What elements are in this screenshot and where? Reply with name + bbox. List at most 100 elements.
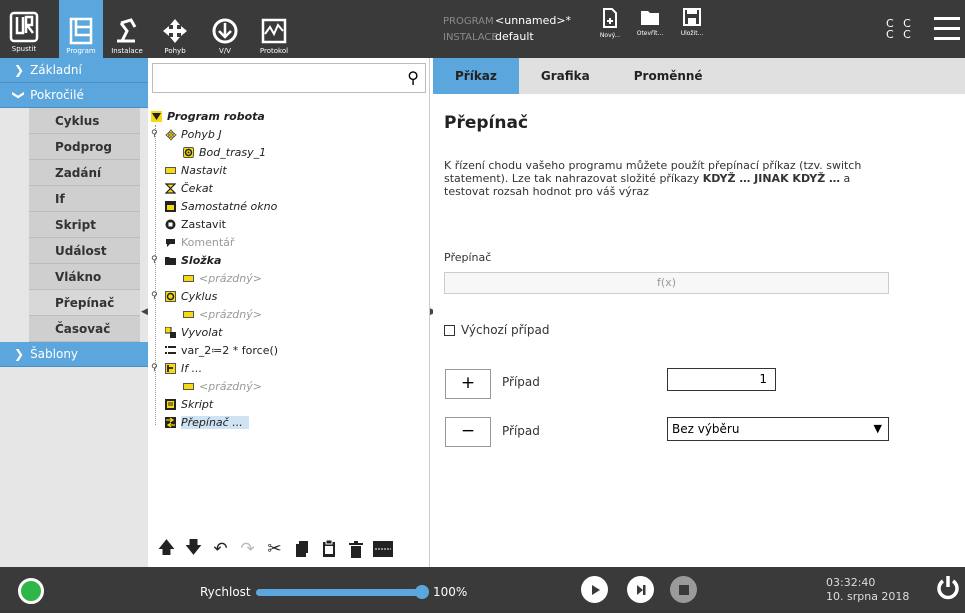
tab-command[interactable]: Příkaz [433,58,519,94]
tab-graphics[interactable]: Grafika [519,58,612,94]
loop-icon [165,290,176,302]
speed-label: Rychlost [200,585,251,599]
sidebar-item-assignment[interactable]: Zadání [29,160,140,186]
switch-expression-field[interactable]: f(x) [444,272,889,294]
expand-pin-icon[interactable]: ⚲ [151,129,158,139]
move-up-button[interactable]: 🡅 [156,538,177,559]
sidebar-item-subprogram[interactable]: Podprog [29,134,140,160]
waypoint-icon [183,146,194,158]
expand-pin-icon[interactable]: ⚲ [151,291,158,301]
tree-node-loop[interactable]: ⚲ Cyklus [151,287,427,305]
new-file-button[interactable]: Nový... [590,8,630,54]
open-file-button[interactable]: Otevřít... [630,8,670,54]
stop-icon [678,584,689,595]
tab-program[interactable]: Program [59,0,103,58]
undo-button[interactable]: ↶ [210,539,231,559]
case-select-dropdown[interactable]: Bez výběru ▼ [667,417,889,441]
installation-key: INSTALACE [443,32,498,43]
bottom-bar: Rychlost 100% 03:32:40 10. srpna 2018 [0,567,965,613]
move-down-button[interactable]: 🡇 [183,538,204,559]
hamburger-menu-icon[interactable] [934,17,960,47]
suppress-button[interactable] [372,539,393,559]
sidebar-item-loop[interactable]: Cyklus [29,108,140,134]
sidebar-item-event[interactable]: Událost [29,238,140,264]
redo-button[interactable]: ↷ [237,539,258,559]
tree-node-waypoint[interactable]: Bod_trasy_1 [151,143,427,161]
speed-slider[interactable] [256,585,429,599]
step-button[interactable] [627,576,654,603]
tree-node-folder[interactable]: ⚲ Složka [151,251,427,269]
tab-move[interactable]: Pohyb [151,0,199,58]
tree-node-empty[interactable]: <prázdný> [151,377,427,395]
ur-logo-icon [9,11,39,43]
default-case-checkbox[interactable]: Výchozí případ [444,323,549,337]
tree-node-script[interactable]: Skript [151,395,427,413]
tab-io[interactable]: V/V [202,0,248,58]
save-file-button[interactable]: Uložit... [672,8,712,54]
tab-installation[interactable]: Instalace [104,0,150,58]
save-icon [683,8,701,26]
tree-node-halt[interactable]: Zastavit [151,215,427,233]
collapse-left-handle[interactable]: ◀ [141,307,148,317]
paste-button[interactable] [318,539,339,559]
play-button[interactable] [581,576,608,603]
search-input[interactable]: ⚲ [152,63,426,93]
tree-node-empty[interactable]: <prázdný> [151,269,427,287]
tab-io-label: V/V [219,47,231,55]
node-category-panel: ❯ Základní ❯ Pokročilé Cyklus Podprog Za… [0,58,148,567]
stop-button[interactable] [670,576,697,603]
program-icon [69,17,93,45]
case-select-value: Bez výběru [672,422,740,436]
tree-node-empty[interactable]: <prázdný> [151,305,427,323]
category-advanced[interactable]: ❯ Pokročilé [0,83,148,108]
tree-node-if[interactable]: ⚲ If ... [151,359,427,377]
tree-node-popup[interactable]: Samostatné okno [151,197,427,215]
power-button[interactable] [936,575,960,607]
tree-node-movej[interactable]: ⚲ Pohyb J [151,125,427,143]
tree-node-assignment[interactable]: var_2≔2 * force() [151,341,427,359]
category-templates-label: Šablony [30,347,79,361]
sidebar-item-switch[interactable]: Přepínač [29,290,140,316]
copy-button[interactable] [291,539,312,559]
robot-status-button[interactable] [18,578,44,604]
category-basic[interactable]: ❯ Základní [0,58,148,83]
tree-node-switch[interactable]: Přepínač ... [151,413,427,431]
clock-time: 03:32:40 [826,576,876,589]
run-tab[interactable]: Spustit [4,4,44,56]
tree-node-wait[interactable]: Čekat [151,179,427,197]
tab-log[interactable]: Protokol [252,0,296,58]
sidebar-item-script[interactable]: Skript [29,212,140,238]
tab-program-label: Program [66,47,96,55]
chevron-down-icon: ❯ [12,89,27,101]
sidebar-item-thread[interactable]: Vlákno [29,264,140,290]
checkbox-box[interactable] [444,324,455,336]
remove-case-button[interactable]: − [445,417,491,447]
chevron-right-icon: ❯ [14,63,25,77]
tree-node-set[interactable]: Nastavit [151,161,427,179]
tree-node-root[interactable]: Program robota [151,107,427,125]
empty-node-icon [183,382,194,390]
category-advanced-label: Pokročilé [30,88,84,102]
top-bar: Spustit Program Instalace Pohyb V/V Prot… [0,0,965,58]
case-value-input[interactable]: 1 [667,368,776,391]
tree-node-comment[interactable]: Komentář [151,233,427,251]
expand-pin-icon[interactable]: ⚲ [151,363,158,373]
switch-expression-label: Přepínač [444,251,492,264]
category-templates[interactable]: ❯ Šablony [0,342,148,367]
comment-icon [165,237,176,248]
speed-slider-knob[interactable] [415,585,429,599]
expand-pin-icon[interactable]: ⚲ [151,255,158,265]
tab-variables[interactable]: Proměnné [612,58,725,94]
sidebar-item-timer[interactable]: Časovač [29,316,140,342]
add-case-button[interactable]: + [445,369,491,399]
sidebar-item-if[interactable]: If [29,186,140,212]
delete-button[interactable] [345,539,366,559]
cut-button[interactable]: ✂ [264,539,285,559]
description-keyword: KDYŽ … JINAK KDYŽ … [702,172,841,185]
app: Spustit Program Instalace Pohyb V/V Prot… [0,0,965,613]
tree-node-call[interactable]: Vyvolat [151,323,427,341]
move-icon [165,128,177,141]
switch-icon [165,416,176,428]
cc-indicator: C C C C [886,18,914,40]
search-icon[interactable]: ⚲ [407,68,419,87]
